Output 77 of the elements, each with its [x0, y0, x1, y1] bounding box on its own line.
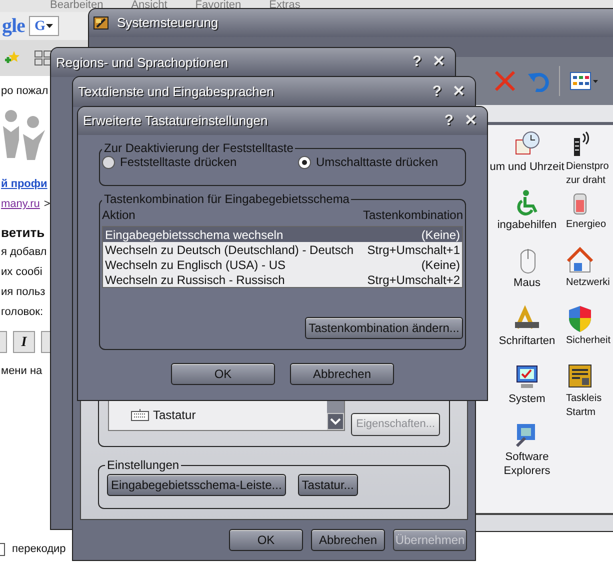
icon-label[interactable]: um und Uhrzeit — [490, 160, 564, 174]
tree-item[interactable]: Tastatur — [153, 406, 196, 424]
icon-label[interactable]: zur draht — [566, 174, 606, 188]
menu-item[interactable]: Ansicht — [131, 0, 168, 12]
text-fragment: ро пожал — [1, 84, 48, 99]
text-fragment: я добавл — [1, 245, 47, 260]
icon-label[interactable]: Dienstpro — [566, 160, 609, 174]
radio-label: Umschalttaste drücken — [316, 154, 438, 171]
icon-label[interactable]: Sicherheit — [566, 334, 610, 348]
breadcrumb-separator: > — [44, 197, 50, 212]
italic-button[interactable]: I — [13, 331, 35, 353]
taskbar-window-icon[interactable] — [566, 362, 594, 390]
menu-item[interactable]: Favoriten — [195, 0, 242, 12]
checkbox-label: перекодир — [12, 542, 66, 557]
window-title: Regions- und Sprachoptionen — [56, 54, 230, 72]
group-label: Zur Deaktivierung der Feststelltaste — [103, 140, 294, 157]
icon-label[interactable]: Startm — [566, 406, 596, 420]
list-row[interactable]: Wechseln zu Englisch (USA) - US (Keine) — [103, 257, 462, 272]
shortcut-text: Strg+Umschalt+1 — [367, 242, 460, 258]
shield-icon[interactable] — [566, 304, 594, 332]
search-engine-button[interactable]: G — [28, 16, 59, 36]
icon-label[interactable]: Energieo — [566, 218, 606, 232]
link[interactable]: й профи — [1, 177, 48, 192]
caret-icon — [46, 24, 54, 28]
letter-a-icon[interactable] — [513, 304, 541, 332]
icon-label[interactable]: Taskleis — [566, 392, 602, 406]
menu-item[interactable]: Bearbeiten — [50, 0, 104, 12]
dialog-button[interactable]: Tastatur... — [298, 474, 358, 496]
shortcut-text: Strg+Umschalt+2 — [367, 272, 460, 288]
list-row[interactable]: Wechseln zu Russisch - Russisch Strg+Umschalt+2 — [103, 272, 462, 287]
icon-label[interactable]: Schriftarten — [498, 334, 556, 348]
dialog-button[interactable]: Eingabegebietsschema-Leiste... — [107, 474, 286, 496]
icon-label[interactable]: Netzwerki — [566, 276, 610, 290]
action-text: Wechseln zu Deutsch (Deutschland) - Deutsch — [105, 242, 354, 258]
link[interactable]: many.ru — [1, 197, 40, 212]
action-text: Eingabegebietsschema wechseln — [105, 226, 284, 244]
checkbox[interactable] — [0, 542, 5, 556]
shortcut-text: (Keine) — [421, 256, 460, 274]
change-shortcut-button[interactable]: Tastenkombination ändern... — [305, 317, 463, 339]
scroll-down-icon[interactable] — [327, 413, 344, 430]
dialog-button[interactable]: Abbrechen — [311, 529, 385, 551]
text-fragment: мени на — [1, 364, 42, 379]
dialog-button[interactable]: OK — [171, 363, 275, 385]
list-row[interactable]: Wechseln zu Deutsch (Deutschland) - Deutsch Strg+Umschalt+1 — [103, 242, 462, 257]
shortcut-text: (Keine) — [421, 226, 460, 244]
window-title: Systemsteuerung — [117, 14, 218, 32]
view-options-icon[interactable] — [570, 72, 598, 90]
group-label: Einstellungen — [106, 457, 180, 474]
heading-fragment: ветить — [1, 225, 45, 240]
radio-button[interactable] — [298, 156, 311, 168]
dialog-button[interactable]: Abbrechen — [290, 363, 394, 385]
column-header: Aktion — [102, 207, 136, 224]
search-logo: gle — [2, 14, 25, 39]
group-label: Tastenkombination für Eingabegebietsschema — [103, 191, 350, 208]
text-fragment: их сообі — [1, 265, 42, 280]
icon-label[interactable]: Maus — [514, 276, 540, 290]
column-header: Tastenkombination — [362, 207, 463, 224]
icon-label[interactable]: Software — [505, 450, 549, 464]
icon-label[interactable]: ingabehilfen — [497, 218, 557, 232]
action-text: Wechseln zu Englisch (USA) - US — [105, 256, 286, 274]
list-row[interactable]: Eingabegebietsschema wechseln (Keine) — [103, 227, 462, 242]
keyboard-icon — [131, 409, 149, 421]
menu-item[interactable]: Extras — [269, 0, 300, 12]
dialog-button[interactable]: OK — [229, 529, 303, 551]
icon-label[interactable]: System — [508, 392, 546, 406]
window-title: Textdienste und Eingabesprachen — [78, 83, 275, 102]
action-text: Wechseln zu Russisch - Russisch — [105, 272, 285, 288]
house-network-icon[interactable] — [566, 246, 594, 274]
text-fragment: головок: — [1, 305, 44, 320]
control-panel-icon — [93, 15, 109, 31]
icon-label[interactable]: Explorers — [504, 464, 550, 478]
radio-button[interactable] — [102, 156, 115, 168]
text-fragment: ия польз — [1, 285, 46, 300]
window-title: Erweiterte Tastatureinstellungen — [83, 112, 269, 130]
tab-grid-icon[interactable] — [34, 50, 52, 66]
radio-label: Feststelltaste drücken — [120, 154, 237, 171]
add-favorite-icon[interactable] — [4, 50, 20, 66]
